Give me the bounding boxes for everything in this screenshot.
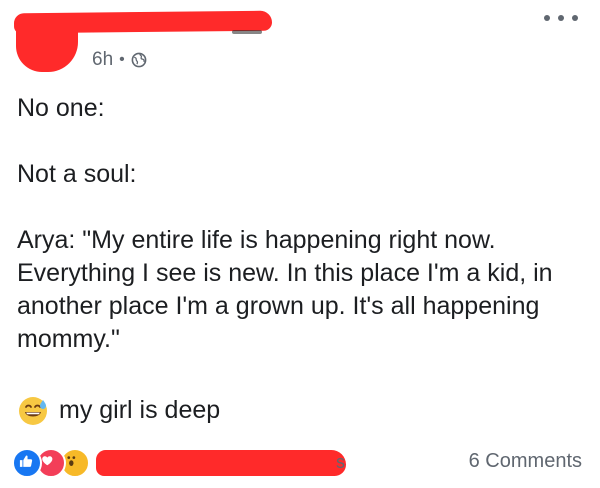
post-line-blank bbox=[17, 125, 587, 158]
post-footer: s 6 Comments bbox=[0, 446, 600, 480]
post-line: Not a soul: bbox=[17, 160, 137, 188]
post-line: No one: bbox=[17, 94, 105, 122]
timestamp[interactable]: 6h bbox=[92, 49, 113, 71]
post-body: No one: Not a soul: Arya: "My entire lif… bbox=[17, 92, 587, 356]
post-line: Everything I see is new. In this place I… bbox=[17, 259, 553, 287]
post-meta: 6h • bbox=[92, 48, 147, 72]
like-reaction-icon bbox=[12, 448, 42, 478]
redacted-reactor-names bbox=[96, 450, 346, 476]
closing-text: my girl is deep bbox=[59, 396, 221, 424]
post-closing-line: my girl is deep bbox=[17, 394, 220, 427]
reactor-names-tail: s bbox=[336, 452, 345, 472]
reaction-summary[interactable] bbox=[12, 448, 90, 478]
post-line: Arya: "My entire life is happening right… bbox=[17, 226, 496, 254]
post-line: mommy." bbox=[17, 325, 120, 353]
grinning-sweat-emoji bbox=[19, 396, 47, 425]
globe-icon bbox=[131, 52, 147, 68]
post-line-blank bbox=[17, 191, 587, 224]
meta-separator: • bbox=[119, 51, 125, 68]
comments-count-link[interactable]: 6 Comments bbox=[469, 450, 582, 473]
more-options-icon[interactable] bbox=[544, 6, 578, 30]
post-header: 6h • bbox=[0, 0, 600, 80]
redacted-avatar bbox=[16, 14, 78, 72]
author-name-fragment bbox=[232, 30, 262, 34]
post-line: another place I'm a grown up. It's all h… bbox=[17, 292, 540, 320]
